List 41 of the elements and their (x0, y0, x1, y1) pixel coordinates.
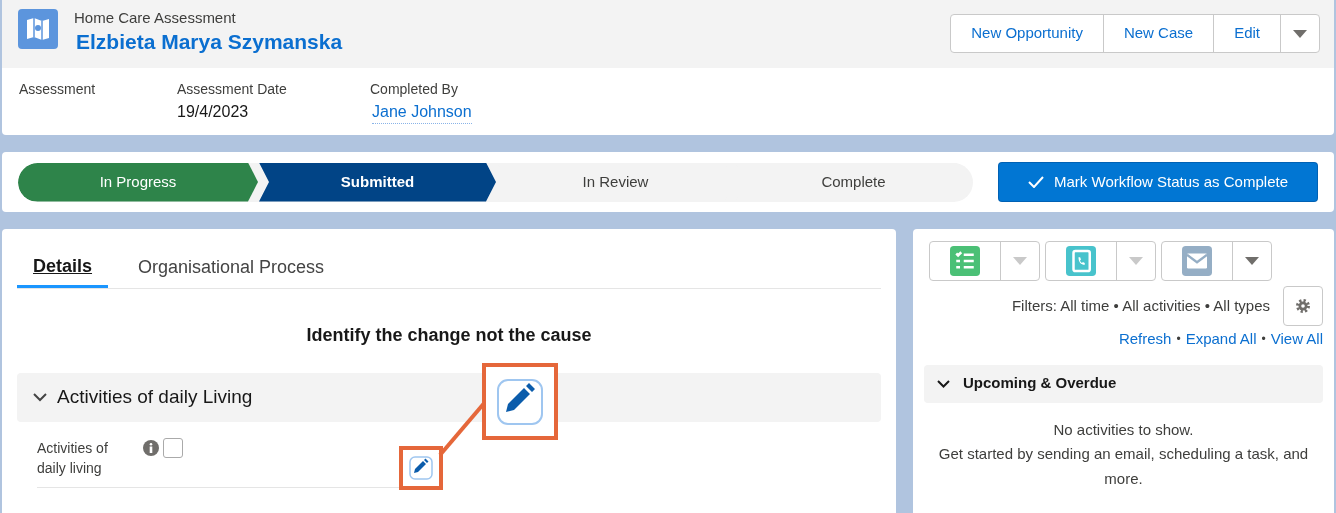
user-link[interactable]: Jane Johnson (372, 101, 472, 124)
settings-button[interactable] (1283, 286, 1323, 326)
empty-message: No activities to show. (1052, 419, 1195, 440)
checkbox[interactable] (163, 438, 183, 458)
chevron-down-icon (937, 379, 950, 388)
link[interactable]: Refresh (1118, 328, 1172, 351)
field-label: Activities of daily living (37, 439, 109, 478)
path-stage[interactable]: Submitted (259, 162, 496, 202)
caret-icon (1129, 257, 1143, 265)
info-icon[interactable] (143, 440, 159, 456)
section-header[interactable]: Upcoming & Overdue (924, 364, 1323, 403)
section-heading: Identify the change not the cause (305, 324, 593, 347)
edit-icon (496, 377, 544, 426)
action-button[interactable]: New Opportunity (951, 15, 1104, 52)
caret-icon (1245, 257, 1259, 265)
object-type-label: Home Care Assessment (74, 8, 237, 28)
field-label: Assessment Date (177, 80, 288, 98)
action-button[interactable]: Edit (1214, 15, 1281, 52)
link[interactable]: View All (1270, 328, 1323, 351)
caret-icon (1293, 29, 1307, 38)
tab[interactable]: Details (17, 247, 109, 288)
separator-dot: • (1261, 331, 1266, 349)
separator-dot: • (1176, 331, 1181, 349)
assessment-icon (18, 9, 58, 49)
tab[interactable]: Organisational Process (122, 247, 341, 288)
field-label: Completed By (370, 80, 459, 98)
section-header[interactable]: Activities of daily Living (17, 373, 881, 422)
filters-text: Filters: All time • All activities • All types (1011, 295, 1270, 316)
check-icon (1028, 176, 1044, 188)
field-label: Assessment (19, 80, 97, 98)
empty-hint: Get started by sending an email, scheduling a task, and more. (937, 443, 1310, 489)
mark-complete-button[interactable]: Mark Workflow Status as Complete (998, 162, 1318, 202)
settings-icon (1295, 298, 1311, 314)
record-title: Elzbieta Marya Szymanska (76, 29, 343, 55)
path-stage[interactable]: In Progress (18, 162, 258, 202)
action-button[interactable]: New Case (1103, 15, 1215, 52)
link[interactable]: Expand All (1185, 328, 1257, 351)
caret-icon (1013, 257, 1027, 265)
field-value: 19/4/2023 (177, 102, 250, 122)
edit-icon[interactable] (409, 456, 433, 480)
chevron-down-icon (33, 393, 47, 402)
